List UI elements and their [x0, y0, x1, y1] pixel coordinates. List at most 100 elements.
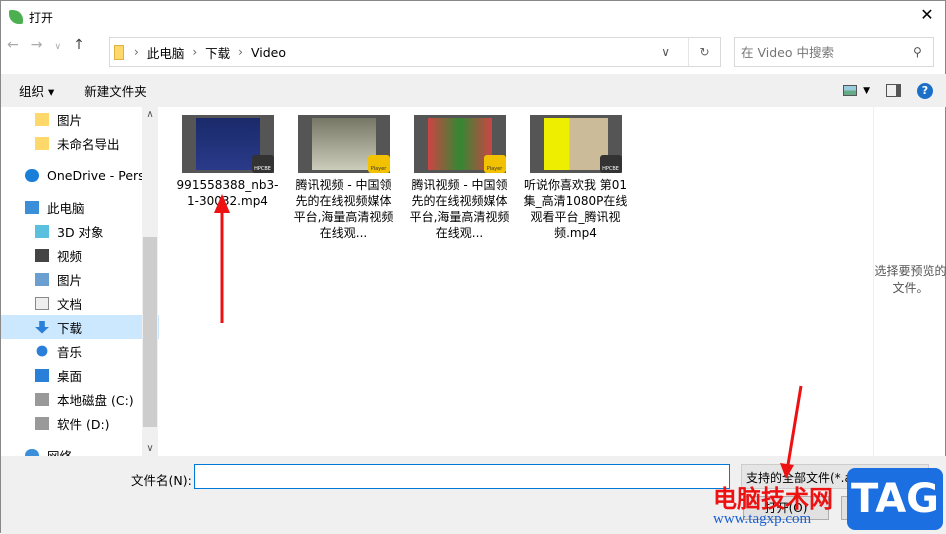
chevron-down-icon[interactable]: ∨ — [661, 45, 670, 59]
sidebar-item[interactable]: 未命名导出 — [1, 131, 159, 155]
sidebar-item-label: 音乐 — [57, 344, 83, 360]
refresh-button[interactable]: ↻ — [688, 38, 720, 66]
file-item[interactable]: Player 腾讯视频 - 中国领先的在线视频媒体平台,海量高清视频在线观... — [291, 115, 396, 241]
sidebar-item[interactable]: 桌面 — [1, 363, 159, 387]
address-bar[interactable]: › 此电脑 › 下载 › Video ∨ ↻ — [109, 37, 721, 67]
clapperboard-icon: HPCBE — [251, 155, 274, 173]
chevron-right-icon[interactable]: › — [238, 45, 243, 59]
file-item[interactable]: Player 腾讯视频 - 中国领先的在线视频媒体平台,海量高清视频在线观... — [407, 115, 512, 241]
badge-label: Player — [370, 166, 387, 172]
badge-label: HPCBE — [254, 166, 271, 172]
sidebar-item[interactable]: 下载 — [1, 315, 159, 339]
scroll-up-icon[interactable]: ∧ — [142, 109, 158, 120]
music-icon — [36, 345, 48, 357]
folder-icon — [35, 136, 49, 150]
app-leaf-icon — [9, 10, 23, 24]
breadcrumb-video[interactable]: Video — [251, 45, 286, 60]
preview-pane: 选择要预览的文件。 — [873, 107, 946, 456]
recent-dropdown[interactable]: ∨ — [54, 37, 61, 57]
file-name: 听说你喜欢我 第01集_高清1080P在线观看平台_腾讯视频.mp4 — [523, 178, 628, 240]
cloud-icon — [25, 168, 39, 182]
dialog-title: 打开 — [29, 10, 54, 25]
help-icon[interactable]: ? — [917, 82, 933, 99]
sidebar-item[interactable]: 此电脑 — [1, 195, 159, 219]
sidebar-item-label: OneDrive - Perso — [47, 167, 153, 183]
sidebar-item-label: 视频 — [57, 248, 83, 264]
download-icon — [35, 320, 49, 334]
file-list: HPCBE 991558388_nb3-1-30032.mp4 Player 腾讯视频… — [159, 107, 873, 456]
sidebar-item[interactable]: 文档 — [1, 291, 159, 315]
sidebar-item-label: 未命名导出 — [57, 136, 120, 152]
search-input[interactable] — [741, 44, 913, 60]
player-badge-icon: Player — [483, 155, 506, 173]
sidebar-item-label: 软件 (D:) — [57, 416, 110, 432]
new-folder-button[interactable]: 新建文件夹 — [84, 81, 147, 100]
sidebar-item-label: 本地磁盘 (C:) — [57, 392, 134, 408]
badge-label: HPCBE — [602, 166, 619, 172]
video-icon — [35, 248, 49, 262]
title-bar: 打开 ✕ — [1, 1, 946, 33]
chevron-right-icon[interactable]: › — [134, 45, 139, 59]
clapperboard-icon: HPCBE — [599, 155, 622, 173]
filename-label: 文件名(N): — [131, 473, 192, 488]
open-button[interactable]: 打开(O) — [743, 496, 829, 520]
picture-icon — [35, 272, 49, 286]
computer-icon — [25, 200, 39, 214]
search-box[interactable]: ⚲ — [734, 37, 934, 67]
close-button[interactable]: ✕ — [915, 5, 939, 24]
filetype-select[interactable]: 支持的全部文件(*.avi;*.mp4;*.r — [741, 464, 929, 489]
back-button[interactable]: ← — [7, 37, 19, 57]
sidebar-item[interactable]: OneDrive - Perso — [1, 163, 159, 187]
filename-input[interactable] — [194, 464, 730, 489]
search-icon[interactable]: ⚲ — [913, 45, 933, 59]
breadcrumb-this-pc[interactable]: 此电脑 — [147, 43, 185, 62]
document-icon — [35, 296, 49, 310]
sidebar-item[interactable]: 图片 — [1, 107, 159, 131]
drive-icon — [35, 416, 49, 430]
cancel-button[interactable]: 取消 — [841, 496, 927, 520]
toolbar: 组织 ▾ 新建文件夹 ▼ ? — [1, 74, 946, 107]
scroll-down-icon[interactable]: ∨ — [142, 443, 158, 454]
sidebar-item[interactable]: 3D 对象 — [1, 219, 159, 243]
folder-icon — [35, 112, 49, 126]
file-name: 腾讯视频 - 中国领先的在线视频媒体平台,海量高清视频在线观... — [409, 178, 510, 240]
sidebar-item-label: 图片 — [57, 112, 83, 128]
preview-pane-icon[interactable] — [886, 84, 901, 97]
sidebar-item-label: 3D 对象 — [57, 224, 104, 240]
file-name: 腾讯视频 - 中国领先的在线视频媒体平台,海量高清视频在线观... — [293, 178, 394, 240]
video-thumbnail: Player — [297, 115, 390, 173]
file-item[interactable]: HPCBE 991558388_nb3-1-30032.mp4 — [175, 115, 280, 209]
sidebar-item-label: 图片 — [57, 272, 83, 288]
video-thumbnail: HPCBE — [529, 115, 622, 173]
breadcrumb-downloads[interactable]: 下载 — [205, 43, 230, 62]
open-dialog: 打开 ✕ ← → ∨ ↑ › 此电脑 › 下载 › Video ∨ ↻ ⚲ 组织… — [0, 0, 946, 534]
sidebar-item-label: 下载 — [57, 320, 83, 336]
sidebar-item[interactable]: 音乐 — [1, 339, 159, 363]
sidebar-item[interactable]: 视频 — [1, 243, 159, 267]
network-icon — [25, 448, 39, 456]
player-badge-icon: Player — [367, 155, 390, 173]
file-name: 991558388_nb3-1-30032.mp4 — [176, 178, 279, 208]
up-button[interactable]: ↑ — [73, 37, 85, 57]
chevron-down-icon[interactable]: ▼ — [863, 86, 870, 96]
sidebar-item-label: 文档 — [57, 296, 83, 312]
forward-button[interactable]: → — [31, 37, 43, 57]
desktop-icon — [35, 368, 49, 382]
bottom-bar: 文件名(N): 支持的全部文件(*.avi;*.mp4;*.r 打开(O) 取消 — [1, 456, 946, 534]
sidebar-item-label: 桌面 — [57, 368, 83, 384]
navigation-pane: 图片 未命名导出 OneDrive - Perso 此电脑 3D 对象 视频 图片 文档 下载音… — [1, 107, 159, 456]
sidebar-item[interactable]: 软件 (D:) — [1, 411, 159, 435]
preview-text: 选择要预览的文件。 — [874, 264, 946, 295]
sidebar-item[interactable]: 网络 — [1, 443, 159, 456]
view-options-icon[interactable] — [843, 85, 858, 96]
nav-scrollbar[interactable]: ∧ ∨ — [142, 107, 158, 456]
drive-icon — [35, 392, 49, 406]
scrollbar-thumb[interactable] — [143, 237, 157, 427]
sidebar-item[interactable]: 图片 — [1, 267, 159, 291]
sidebar-item[interactable]: 本地磁盘 (C:) — [1, 387, 159, 411]
chevron-right-icon[interactable]: › — [192, 45, 197, 59]
sidebar-item-label: 网络 — [47, 448, 73, 457]
file-item[interactable]: HPCBE 听说你喜欢我 第01集_高清1080P在线观看平台_腾讯视频.mp4 — [523, 115, 628, 241]
organize-button[interactable]: 组织 ▾ — [19, 81, 54, 100]
cube-icon — [35, 224, 49, 238]
